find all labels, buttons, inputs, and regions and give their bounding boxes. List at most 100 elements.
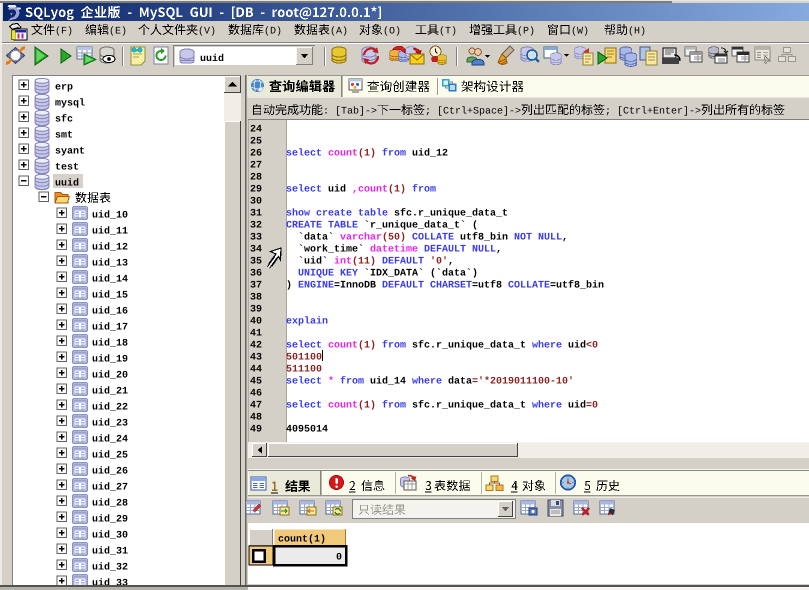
svg-text:46: 46 bbox=[250, 389, 262, 400]
svg-text:,: , bbox=[496, 245, 502, 256]
svg-text:,: , bbox=[562, 233, 568, 244]
svg-text:erp: erp bbox=[55, 83, 73, 94]
svg-text:26: 26 bbox=[250, 149, 262, 160]
svg-text:45: 45 bbox=[250, 377, 262, 388]
svg-text:(F): (F) bbox=[55, 26, 73, 38]
svg-text:uid_12: uid_12 bbox=[92, 242, 128, 254]
svg-text:36: 36 bbox=[250, 269, 262, 280]
svg-text:(V): (V) bbox=[198, 26, 216, 38]
svg-text:42: 42 bbox=[250, 341, 262, 352]
svg-text:uid_14: uid_14 bbox=[370, 376, 412, 388]
svg-text:uid_13: uid_13 bbox=[92, 258, 128, 270]
svg-text:uid: uid bbox=[328, 184, 352, 196]
svg-text:sfc.r_unique_data_t: sfc.r_unique_data_t bbox=[412, 400, 532, 412]
svg-text:(E): (E) bbox=[109, 26, 127, 38]
svg-text:sfc: sfc bbox=[55, 114, 73, 126]
svg-text:data: data bbox=[448, 376, 472, 388]
svg-text:(50): (50) bbox=[382, 232, 412, 244]
svg-text:(W): (W) bbox=[571, 26, 589, 38]
svg-text:uid_21: uid_21 bbox=[92, 386, 128, 398]
svg-text:from: from bbox=[382, 400, 412, 412]
svg-text:35: 35 bbox=[250, 257, 262, 268]
svg-text:uid_23: uid_23 bbox=[92, 418, 128, 430]
svg-text:count: count bbox=[358, 185, 388, 196]
svg-text:uid_28: uid_28 bbox=[92, 498, 128, 510]
svg-text:<0: <0 bbox=[586, 341, 598, 352]
svg-text:explain: explain bbox=[286, 316, 328, 328]
svg-text:from: from bbox=[382, 148, 412, 160]
svg-text:(1): (1) bbox=[388, 184, 412, 196]
svg-text:(1): (1) bbox=[358, 148, 382, 160]
svg-text:4095014: 4095014 bbox=[286, 425, 328, 436]
svg-text:(P): (P) bbox=[517, 26, 535, 38]
svg-text:; [Ctrl+Enter]->: ; [Ctrl+Enter]-> bbox=[605, 106, 701, 118]
svg-text:select: select bbox=[286, 376, 328, 388]
svg-text:uid_18: uid_18 bbox=[92, 338, 128, 350]
svg-text:(1): (1) bbox=[358, 340, 382, 352]
svg-text:uid_10: uid_10 bbox=[92, 210, 128, 222]
svg-text:NOT NULL: NOT NULL bbox=[514, 233, 562, 244]
svg-text:where: where bbox=[532, 340, 568, 352]
svg-text:uid_26: uid_26 bbox=[92, 466, 128, 478]
svg-text:`IDX_DATA` (`data`): `IDX_DATA` (`data`) bbox=[364, 268, 478, 280]
svg-text:smt: smt bbox=[55, 131, 73, 142]
svg-text:DEFAULT: DEFAULT bbox=[382, 257, 430, 268]
svg-text:=utf8_bin: =utf8_bin bbox=[550, 280, 604, 292]
svg-text:501100: 501100 bbox=[286, 353, 322, 364]
svg-text:uid_16: uid_16 bbox=[92, 306, 128, 318]
svg-text:show create table: show create table bbox=[286, 208, 394, 220]
svg-text:,: , bbox=[448, 257, 454, 268]
svg-text:uid_24: uid_24 bbox=[92, 434, 128, 446]
svg-text:uid: uid bbox=[568, 340, 586, 352]
svg-text:(1): (1) bbox=[358, 400, 382, 412]
svg-text:test: test bbox=[55, 163, 79, 174]
svg-text:count: count bbox=[328, 401, 358, 412]
svg-text:511100: 511100 bbox=[286, 365, 322, 376]
svg-text:from: from bbox=[340, 376, 370, 388]
svg-text:uid_11: uid_11 bbox=[92, 226, 128, 238]
svg-text:(A): (A) bbox=[330, 26, 348, 38]
svg-text:uid_25: uid_25 bbox=[92, 450, 128, 462]
svg-text:39: 39 bbox=[250, 305, 262, 316]
svg-text:=utf8: =utf8 bbox=[472, 280, 508, 292]
svg-text:31: 31 bbox=[250, 209, 262, 220]
svg-text:`r_unique_data_t` (: `r_unique_data_t` ( bbox=[364, 220, 478, 232]
svg-text:select: select bbox=[286, 184, 328, 196]
svg-text:40: 40 bbox=[250, 317, 262, 328]
svg-text:uid_22: uid_22 bbox=[92, 402, 128, 414]
svg-text:: [Tab]->: : [Tab]-> bbox=[323, 106, 377, 118]
svg-text:47: 47 bbox=[250, 401, 262, 412]
svg-text:uid_17: uid_17 bbox=[92, 322, 128, 334]
svg-text:48: 48 bbox=[250, 413, 262, 424]
svg-text:(O): (O) bbox=[383, 26, 401, 38]
svg-text:32: 32 bbox=[250, 221, 262, 232]
svg-text:=0: =0 bbox=[586, 401, 598, 412]
svg-text:uid_27: uid_27 bbox=[92, 482, 128, 494]
svg-text:(11): (11) bbox=[352, 256, 382, 268]
svg-text:44: 44 bbox=[250, 365, 262, 376]
svg-text:from: from bbox=[382, 340, 412, 352]
svg-text:29: 29 bbox=[250, 185, 262, 196]
svg-text:select: select bbox=[286, 400, 328, 412]
svg-text:uid_14: uid_14 bbox=[92, 274, 128, 286]
svg-text:CREATE TABLE: CREATE TABLE bbox=[286, 221, 364, 232]
svg-text:uid: uid bbox=[568, 400, 586, 412]
svg-text:uid_30: uid_30 bbox=[92, 530, 128, 542]
svg-text:int: int bbox=[334, 256, 352, 268]
svg-text:27: 27 bbox=[250, 161, 262, 172]
svg-text:from: from bbox=[412, 184, 436, 196]
svg-text:`data`: `data` bbox=[286, 232, 340, 244]
svg-text:ENGINE: ENGINE bbox=[298, 281, 334, 292]
svg-text:24: 24 bbox=[250, 125, 262, 136]
svg-text:*: * bbox=[328, 376, 340, 388]
svg-text:38: 38 bbox=[250, 293, 262, 304]
svg-text:'0': '0' bbox=[430, 256, 448, 268]
svg-text:uuid: uuid bbox=[55, 178, 79, 190]
svg-text:`work_time`: `work_time` bbox=[286, 244, 370, 256]
svg-text:uid_12: uid_12 bbox=[412, 148, 448, 160]
svg-text:select: select bbox=[286, 148, 328, 160]
svg-text:34: 34 bbox=[250, 245, 262, 256]
svg-text:41: 41 bbox=[250, 329, 262, 340]
svg-text:25: 25 bbox=[250, 137, 262, 148]
svg-text:(H): (H) bbox=[628, 26, 646, 38]
